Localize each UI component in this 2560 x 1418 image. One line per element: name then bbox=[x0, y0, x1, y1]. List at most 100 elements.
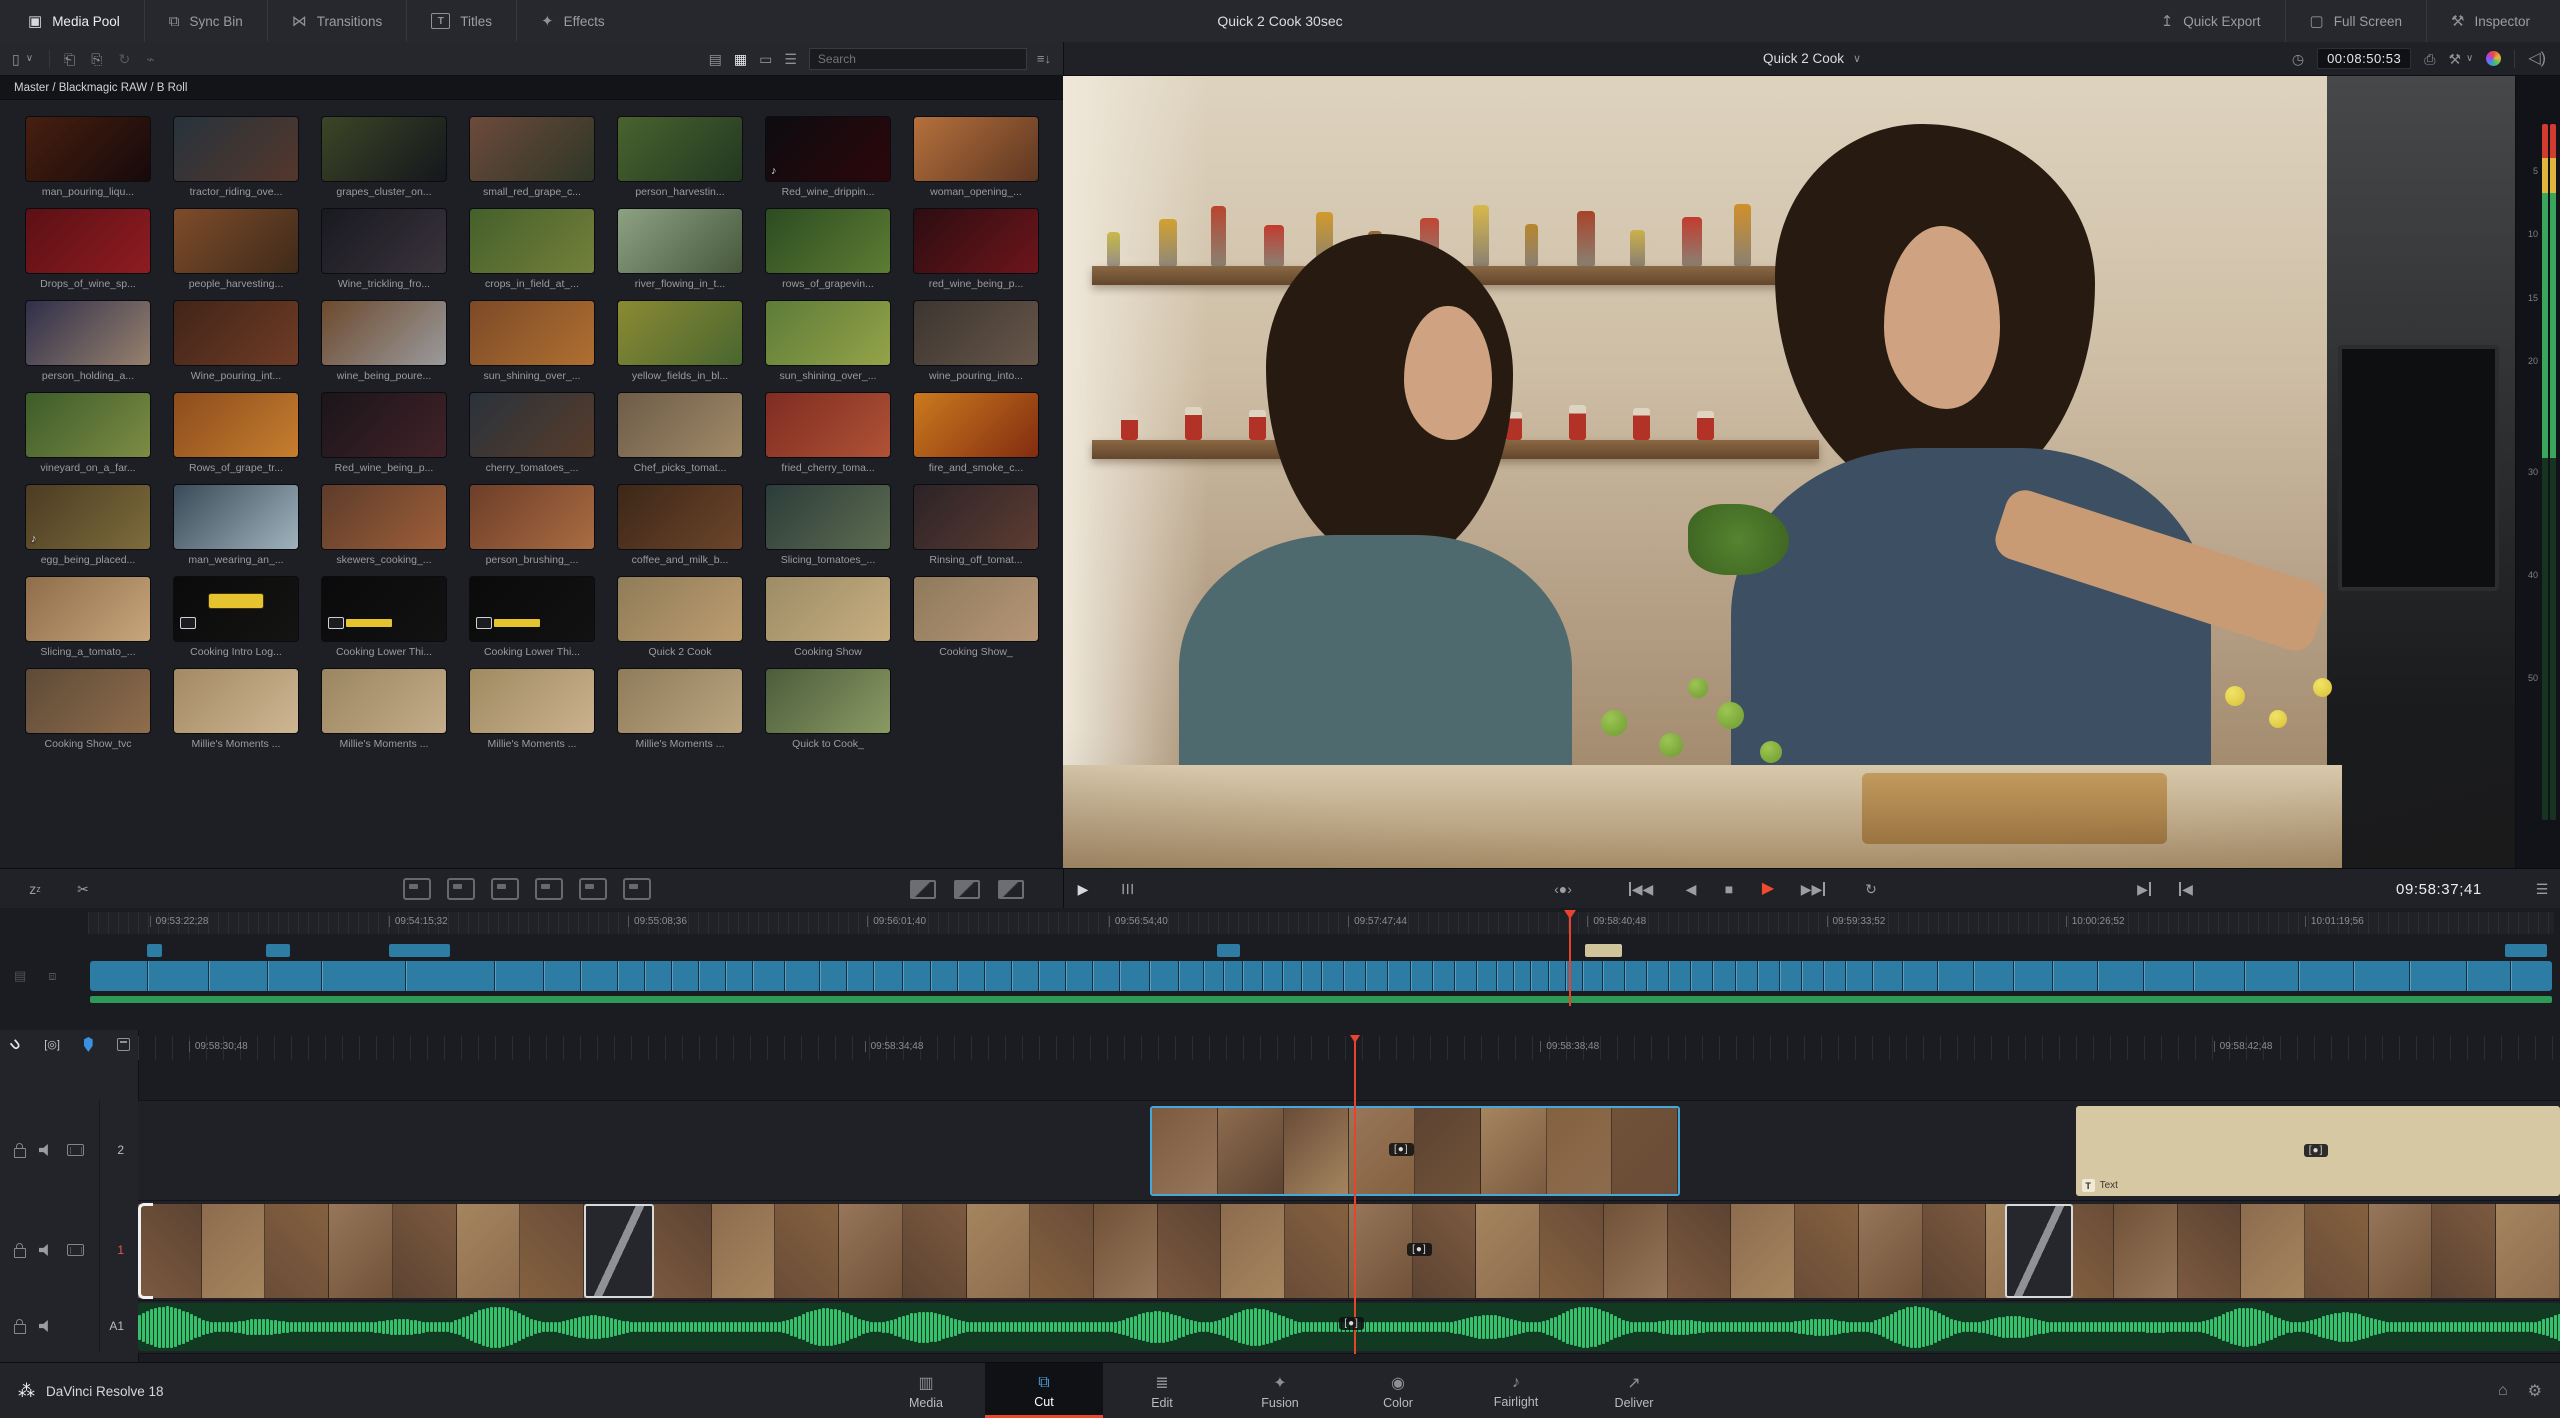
clip-thumbnail[interactable] bbox=[617, 484, 743, 550]
clip-thumbnail[interactable] bbox=[25, 300, 151, 366]
media-clip[interactable]: Drops_of_wine_sp... bbox=[18, 208, 158, 300]
clip-thumbnail[interactable] bbox=[321, 576, 447, 642]
page-tab-edit[interactable]: ≣ Edit bbox=[1103, 1363, 1221, 1418]
media-clip[interactable]: Chef_picks_tomat... bbox=[610, 392, 750, 484]
clip-thumbnail[interactable] bbox=[173, 392, 299, 458]
media-clip[interactable]: tractor_riding_ove... bbox=[166, 116, 306, 208]
timeline-overview[interactable]: ▤ ⧈ 09:53:22;28 09:54:15;32 09:55:08;36 09:… bbox=[0, 908, 2560, 1030]
clip-thumbnail[interactable] bbox=[25, 576, 151, 642]
previous-clip-icon[interactable]: ◀◀ bbox=[1624, 869, 1658, 909]
clip-thumbnail[interactable] bbox=[173, 484, 299, 550]
media-clip[interactable]: Cooking Show_tvc bbox=[18, 668, 158, 760]
media-clip[interactable]: fire_and_smoke_c... bbox=[906, 392, 1046, 484]
media-clip[interactable]: red_wine_being_p... bbox=[906, 208, 1046, 300]
media-clip[interactable]: Rows_of_grape_tr... bbox=[166, 392, 306, 484]
page-tab-media[interactable]: ▥ Media bbox=[867, 1363, 985, 1418]
media-clip[interactable]: Wine_trickling_fro... bbox=[314, 208, 454, 300]
toolbar-button-titles[interactable]: T Titles bbox=[406, 0, 516, 42]
clip-thumbnail[interactable] bbox=[321, 668, 447, 734]
media-clip[interactable]: person_holding_a... bbox=[18, 300, 158, 392]
page-tab-deliver[interactable]: ↗ Deliver bbox=[1575, 1363, 1693, 1418]
clip-thumbnail[interactable] bbox=[173, 668, 299, 734]
clip-thumbnail[interactable] bbox=[321, 300, 447, 366]
next-clip-icon[interactable]: ▶▶ bbox=[1796, 869, 1830, 909]
jump-to-start-icon[interactable]: ◀ bbox=[2172, 869, 2200, 909]
media-clip[interactable]: wine_pouring_into... bbox=[906, 300, 1046, 392]
media-clip[interactable]: Cooking Lower Thi... bbox=[314, 576, 454, 668]
chevron-down-icon[interactable]: ∨ bbox=[2466, 53, 2473, 64]
clip-thumbnail[interactable] bbox=[25, 668, 151, 734]
clip-thumbnail[interactable] bbox=[173, 116, 299, 182]
append-clip-icon[interactable] bbox=[444, 869, 478, 909]
clip-thumbnail[interactable] bbox=[765, 300, 891, 366]
media-clip[interactable]: ♪ Red_wine_drippin... bbox=[758, 116, 898, 208]
clip-thumbnail[interactable] bbox=[913, 208, 1039, 274]
clip-thumbnail[interactable] bbox=[25, 116, 151, 182]
marker-scope-icon[interactable]: [◎] bbox=[44, 1038, 60, 1051]
media-clip[interactable]: Millie's Moments ... bbox=[314, 668, 454, 760]
search-input[interactable] bbox=[808, 47, 1027, 70]
position-lock-shield-icon[interactable] bbox=[83, 1037, 93, 1052]
clip-thumbnail[interactable] bbox=[765, 668, 891, 734]
media-clip[interactable]: man_wearing_an_... bbox=[166, 484, 306, 576]
clip-thumbnail[interactable] bbox=[765, 208, 891, 274]
clip-thumbnail[interactable] bbox=[765, 576, 891, 642]
relink-icon[interactable]: ⌁ bbox=[146, 52, 154, 66]
media-clip[interactable]: Rinsing_off_tomat... bbox=[906, 484, 1046, 576]
media-clip[interactable]: rows_of_grapevin... bbox=[758, 208, 898, 300]
media-clip[interactable]: ♪ egg_being_placed... bbox=[18, 484, 158, 576]
overview-tool-icon[interactable]: ▤ bbox=[14, 968, 26, 984]
clip-thumbnail[interactable] bbox=[321, 116, 447, 182]
lock-icon[interactable] bbox=[14, 1142, 26, 1158]
clip-thumbnail[interactable] bbox=[321, 484, 447, 550]
transition-clip[interactable] bbox=[583, 1204, 654, 1298]
project-home-icon[interactable]: ⌂ bbox=[2498, 1382, 2508, 1400]
clip-thumbnail[interactable] bbox=[765, 392, 891, 458]
stop-icon[interactable]: ■ bbox=[1716, 869, 1742, 909]
speaker-icon[interactable]: ◁) bbox=[2528, 50, 2546, 67]
clip-mixer-icon[interactable]: ☰ bbox=[1110, 869, 1144, 909]
timeline-options-icon[interactable]: ☰ bbox=[2528, 869, 2556, 909]
dissolve-transition-icon[interactable] bbox=[950, 869, 984, 909]
play-reverse-icon[interactable]: ◀ bbox=[1678, 869, 1704, 909]
toolbar-button-full-screen[interactable]: ▢ Full Screen bbox=[2284, 0, 2426, 42]
media-clip[interactable]: Red_wine_being_p... bbox=[314, 392, 454, 484]
clip-thumbnail[interactable] bbox=[469, 300, 595, 366]
breadcrumb[interactable]: Master / Blackmagic RAW / B Roll bbox=[14, 82, 187, 94]
media-clip[interactable]: Cooking Show bbox=[758, 576, 898, 668]
media-clip[interactable]: woman_opening_... bbox=[906, 116, 1046, 208]
clip-thumbnail[interactable] bbox=[617, 668, 743, 734]
speaker-icon[interactable] bbox=[39, 1144, 48, 1156]
clip-thumbnail[interactable]: ♪ bbox=[765, 116, 891, 182]
media-clip[interactable]: Millie's Moments ... bbox=[610, 668, 750, 760]
clip-thumbnail[interactable] bbox=[173, 576, 299, 642]
clip-thumbnail[interactable] bbox=[469, 208, 595, 274]
bin-list-icon[interactable]: ▯ bbox=[12, 52, 20, 66]
source-overwrite-icon[interactable] bbox=[620, 869, 654, 909]
clip-thumbnail[interactable] bbox=[913, 576, 1039, 642]
media-clip[interactable]: Slicing_a_tomato_... bbox=[18, 576, 158, 668]
video-track-2[interactable]: [●] T Text [●] bbox=[138, 1100, 2560, 1202]
toolbar-button-transitions[interactable]: ⋈ Transitions bbox=[266, 0, 407, 42]
clip-thumbnail[interactable] bbox=[913, 300, 1039, 366]
scrub-jog-icon[interactable]: ‹●› bbox=[1540, 869, 1586, 909]
media-clip[interactable]: Wine_pouring_int... bbox=[166, 300, 306, 392]
media-clip[interactable]: Cooking Show_ bbox=[906, 576, 1046, 668]
clip-thumbnail[interactable] bbox=[25, 208, 151, 274]
clip-thumbnail[interactable] bbox=[617, 392, 743, 458]
overview-playhead[interactable] bbox=[1563, 910, 1576, 1006]
track-header-v2[interactable]: 2 bbox=[0, 1100, 138, 1200]
clip-thumbnail[interactable] bbox=[617, 300, 743, 366]
media-clip[interactable]: sun_shining_over_... bbox=[758, 300, 898, 392]
media-clip[interactable]: Cooking Intro Log... bbox=[166, 576, 306, 668]
media-clip[interactable]: vineyard_on_a_far... bbox=[18, 392, 158, 484]
page-tab-cut[interactable]: ⧉ Cut bbox=[985, 1363, 1103, 1418]
viewer-video[interactable] bbox=[1063, 76, 2516, 868]
speaker-icon[interactable] bbox=[39, 1320, 48, 1332]
smooth-cut-icon[interactable] bbox=[994, 869, 1028, 909]
clip-thumbnail[interactable] bbox=[469, 484, 595, 550]
clip-thumbnail[interactable] bbox=[765, 484, 891, 550]
media-clip[interactable]: Slicing_tomatoes_... bbox=[758, 484, 898, 576]
audio-track-a1[interactable]: [●] bbox=[138, 1300, 2560, 1354]
toolbar-button-sync-bin[interactable]: ⧉ Sync Bin bbox=[143, 0, 267, 42]
